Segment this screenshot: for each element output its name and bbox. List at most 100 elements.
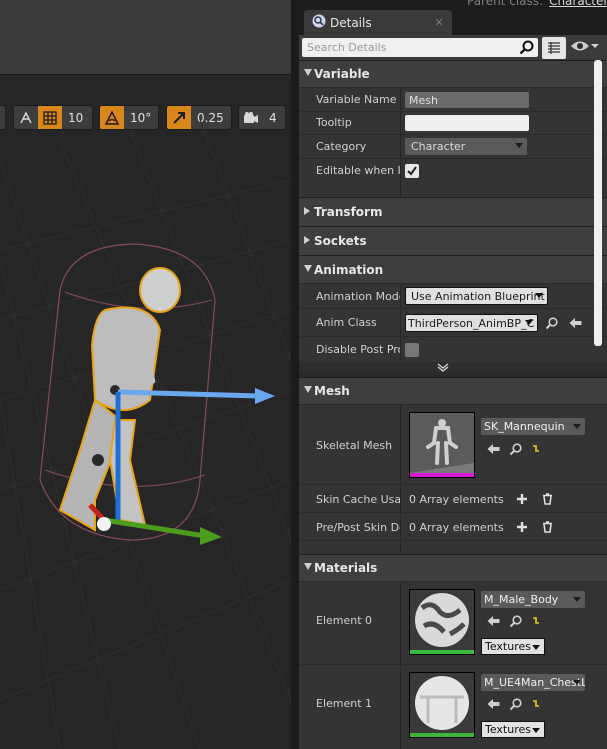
element-1-filter: Textures [485,723,531,736]
row-animation-mode: Animation Mode Use Animation Blueprint [299,283,607,308]
dropdown-caret-icon [532,645,540,650]
add-element-icon[interactable] [514,491,530,507]
search-row [299,35,607,60]
element-1-value: M_UE4Man_ChestLogo [484,676,585,689]
category-materials[interactable]: Materials [299,554,607,581]
anim-class-combo[interactable]: ThirdPerson_AnimBP_C [405,314,538,332]
details-tab-icon [312,14,326,31]
element-0-thumbnail[interactable] [409,589,475,655]
category-label: Animation [314,263,384,277]
disable-post-process-checkbox[interactable] [405,343,419,357]
category-transform[interactable]: Transform [299,197,607,226]
dropdown-caret-icon [573,680,581,685]
dropdown-caret-icon [535,293,543,298]
checkmark-icon [407,166,417,176]
anim-class-label: Anim Class [316,316,377,329]
viewport-top-bar [0,0,291,75]
details-panel: Parent class: Character Details × Search… [299,0,607,749]
browse-asset-icon[interactable] [507,441,523,457]
element-0-label: Element 0 [316,614,373,627]
dropdown-caret-icon [525,320,533,325]
use-selected-arrow-icon[interactable] [567,315,583,331]
viewport-scene[interactable] [0,76,291,749]
skeletal-mesh-label: Skeletal Mesh [316,439,393,452]
category-combo[interactable]: Character [405,138,527,155]
row-pre-post-skin-deformers: Pre/Post Skin Deformers 0 Array elements [299,512,607,540]
category-combo-value: Character [411,140,466,153]
element-1-combo[interactable]: M_UE4Man_ChestLogo [481,674,585,691]
reset-to-default-icon[interactable] [528,613,544,629]
parent-class-label: Parent class: [467,0,544,8]
variable-name-label: Variable Name [316,93,397,106]
browse-asset-icon[interactable] [507,613,523,629]
reset-to-default-icon[interactable] [528,441,544,457]
material-sphere-icon [410,590,474,654]
search-icon[interactable] [519,40,534,58]
browse-asset-icon[interactable] [507,696,523,712]
eye-icon [571,41,589,51]
mannequin-thumbnail-icon [410,413,474,477]
panel-splitter[interactable] [291,0,299,749]
skin-cache-usage-label: Skin Cache Usage [316,493,400,506]
row-disable-post-process: Disable Post Process [299,336,607,362]
use-selected-arrow-icon[interactable] [485,441,501,457]
tab-strip: Parent class: Character Details × [299,0,607,35]
advanced-expander[interactable] [299,362,607,372]
skeletal-mesh-combo[interactable]: SK_Mannequin [481,418,585,435]
skeletal-mesh-value: SK_Mannequin [484,420,565,433]
animation-mode-combo[interactable]: Use Animation Blueprint [405,287,548,305]
collapsed-arrow-icon [304,207,310,215]
anim-class-value: ThirdPerson_AnimBP_C [408,316,535,330]
view-options-button[interactable] [570,39,600,53]
close-tab-icon[interactable]: × [434,15,444,29]
property-matrix-icon [548,42,560,54]
expanded-arrow-icon [304,69,312,76]
category-animation[interactable]: Animation [299,255,607,283]
row-anim-class: Anim Class ThirdPerson_AnimBP_C [299,308,607,336]
expanded-arrow-icon [304,265,312,272]
category-variable[interactable]: Variable [299,60,607,87]
mesh-spacer [299,540,607,554]
category-label: Variable [314,67,370,81]
row-skeletal-mesh: Skeletal Mesh SK_Mannequin [299,404,607,484]
element-1-textures-combo[interactable]: Textures [481,721,545,738]
row-material-element-1: Element 1 M_UE4Man_ChestLogo [299,664,607,749]
dropdown-caret-icon [573,597,581,602]
category-field-label: Category [316,140,367,153]
category-sockets[interactable]: Sockets [299,226,607,255]
element-0-value: M_Male_Body [484,593,559,606]
level-viewport[interactable]: 10 10° 0.25 4 [0,0,291,749]
tab-title: Details [330,15,372,30]
element-0-combo[interactable]: M_Male_Body [481,591,585,608]
details-scroll-area[interactable]: Variable Variable Name Mesh Tooltip Cate… [299,60,607,749]
editable-inherited-checkbox[interactable] [405,164,419,178]
parent-class-link[interactable]: Character [549,0,607,8]
chevron-down-icon [591,44,599,48]
browse-anim-class-icon[interactable] [543,315,559,331]
element-1-thumbnail[interactable] [409,672,475,738]
pre-post-skin-deformers-value: 0 Array elements [409,521,504,534]
skin-cache-usage-value: 0 Array elements [409,493,504,506]
add-element-icon[interactable] [514,519,530,535]
pre-post-skin-deformers-label: Pre/Post Skin Deformers [316,521,400,534]
trash-icon[interactable] [539,491,555,507]
tooltip-field[interactable] [405,115,529,131]
details-scrollbar[interactable] [594,60,602,346]
skeletal-mesh-thumbnail[interactable] [409,412,475,478]
use-selected-arrow-icon[interactable] [485,696,501,712]
reset-to-default-icon[interactable] [528,696,544,712]
variable-name-field[interactable]: Mesh [405,92,529,108]
category-label: Transform [314,205,383,219]
category-mesh[interactable]: Mesh [299,377,607,404]
tooltip-label: Tooltip [316,116,352,129]
search-box[interactable] [302,38,538,57]
element-0-filter: Textures [485,640,531,653]
scene-render [0,119,291,749]
tab-details[interactable]: Details × [304,10,452,35]
property-matrix-button[interactable] [542,37,566,59]
trash-icon[interactable] [539,519,555,535]
category-label: Mesh [314,384,350,398]
search-input[interactable] [302,38,512,57]
use-selected-arrow-icon[interactable] [485,613,501,629]
element-0-textures-combo[interactable]: Textures [481,638,545,655]
